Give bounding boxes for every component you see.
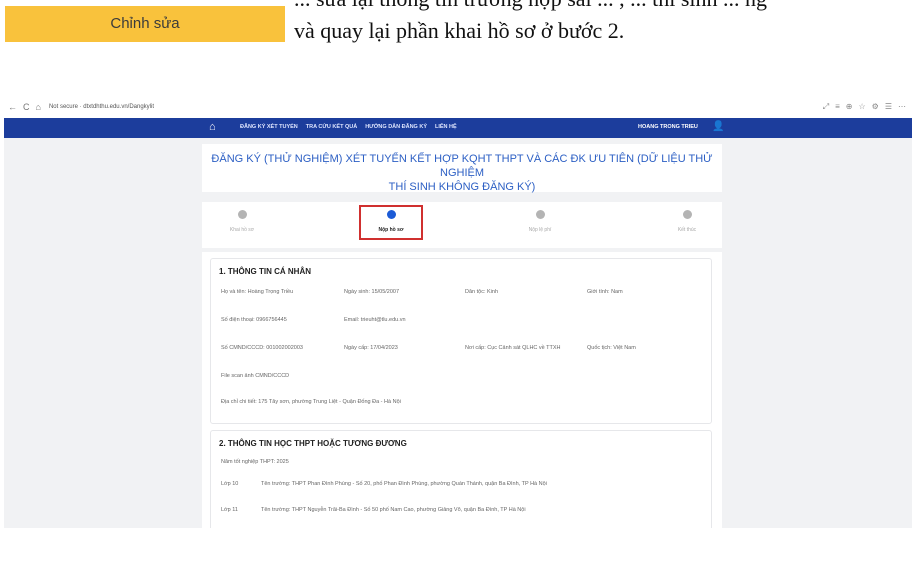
user-icon[interactable]: 👤 [712,121,724,132]
site-navbar: ⌂ ĐĂNG KÝ XÉT TUYỂN TRA CỨU KẾT QUẢ HƯỚN… [4,118,912,138]
user-name[interactable]: HOANG TRONG TRIEU [638,124,698,130]
document-instruction: và quay lại phần khai hồ sơ ở bước 2. [294,18,625,43]
browser-nav: ← C ⌂ [8,102,41,112]
extension-icon[interactable]: ⊕ [846,102,853,112]
field-phone: Số điện thoại: 0966756445 [221,317,287,323]
page-title-line1: ĐĂNG KÝ (THỬ NGHIỆM) XÉT TUYỂN KẾT HỢP K… [211,153,713,179]
edit-button[interactable]: Chỉnh sửa [5,6,285,42]
field-issue-place: Nơi cấp: Cục Cảnh sát QLHC về TTXH [465,345,561,351]
field-grad-year: Năm tốt nghiệp THPT: 2025 [221,459,289,465]
field-gender: Giới tính: Nam [587,289,623,295]
section-title: 2. THÔNG TIN HỌC THPT HOẶC TƯƠNG ĐƯƠNG [219,439,407,448]
address-bar: ← C ⌂ Not secure · dtxtdhthu.edu.vn/Dang… [4,96,912,118]
field-id-number: Số CMND/CCCD: 001002002003 [221,345,303,351]
step-label: Nộp lệ phí [528,227,552,233]
back-icon[interactable]: ← [8,102,17,112]
application-form: 1. THÔNG TIN CÁ NHÂN Họ và tên: Hoàng Tr… [202,252,722,528]
id-scan-link[interactable]: File scan ảnh CMND/CCCD [221,373,289,379]
step-dot-icon [535,210,545,219]
menu-icon[interactable]: ≡ [835,102,840,112]
field-fullname: Họ và tên: Hoàng Trọng Triều [221,289,294,295]
nav-item-results[interactable]: TRA CỨU KẾT QUẢ [306,124,357,130]
nav-item-register[interactable]: ĐĂNG KÝ XÉT TUYỂN [240,124,298,130]
field-dob: Ngày sinh: 15/05/2007 [344,289,400,295]
page-title-line2: THÍ SINH KHÔNG ĐĂNG KÝ) [388,181,536,193]
more-icon[interactable]: ⋯ [898,102,906,112]
step-label: Kết thúc [677,227,697,233]
home-icon[interactable]: ⌂ [209,121,216,133]
field-nationality: Quốc tịch: Việt Nam [587,345,636,351]
field-ethnicity: Dân tộc: Kinh [465,289,499,295]
field-grade10-school: Tên trường: THPT Phan Đình Phùng - Số 20… [261,481,547,487]
school-info-section: 2. THÔNG TIN HỌC THPT HOẶC TƯƠNG ĐƯƠNG N… [210,430,712,528]
nav-item-contact[interactable]: LIÊN HỆ [435,124,457,130]
nav-menu: ĐĂNG KÝ XÉT TUYỂN TRA CỨU KẾT QUẢ HƯỚNG … [240,124,457,130]
step-indicator: Khai hồ sơ Nộp hồ sơ Nộp lệ phí Kết thúc [202,202,722,248]
zoom-icon[interactable]: ⤢ [823,102,829,112]
field-address: Địa chỉ chi tiết: 175 Tây sơn, phường Tr… [221,399,401,405]
sidebar-icon[interactable]: ☰ [885,102,892,112]
step-highlight-box [359,205,423,240]
url-field[interactable]: Not secure · dtxtdhthu.edu.vn/Dangkylit [49,104,154,110]
nav-item-guide[interactable]: HƯỚNG DẪN ĐĂNG KÝ [365,124,427,130]
step-dot-icon [237,210,247,219]
personal-info-section: 1. THÔNG TIN CÁ NHÂN Họ và tên: Hoàng Tr… [210,258,712,424]
step-label: Khai hồ sơ [229,227,255,233]
document-text-cut: ... sửa lại thông tin trường hợp sai ...… [294,0,767,12]
reload-icon[interactable]: C [23,102,30,112]
home-icon[interactable]: ⌂ [36,102,41,112]
page-title: ĐĂNG KÝ (THỬ NGHIỆM) XÉT TUYỂN KẾT HỢP K… [202,144,722,193]
step-dot-icon [682,210,692,219]
star-icon[interactable]: ☆ [858,102,865,112]
field-grade11-school: Tên trường: THPT Nguyễn Trãi-Ba Đình - S… [261,507,526,513]
browser-window: ← C ⌂ Not secure · dtxtdhthu.edu.vn/Dang… [4,96,912,528]
field-issue-date: Ngày cấp: 17/04/2023 [344,345,398,351]
field-grade11-label: Lớp 11 [221,507,238,513]
settings-icon[interactable]: ⚙ [872,102,879,112]
field-email: Email: trieuht@tlu.edu.vn [344,317,406,323]
step-1[interactable]: Khai hồ sơ [212,210,272,233]
section-title: 1. THÔNG TIN CÁ NHÂN [219,267,311,276]
document-area: ... sửa lại thông tin trường hợp sai ...… [0,0,916,100]
step-4[interactable]: Kết thúc [657,210,717,233]
step-3[interactable]: Nộp lệ phí [510,210,570,233]
field-grade10-label: Lớp 10 [221,481,239,487]
browser-tools: ⤢ ≡ ⊕ ☆ ⚙ ☰ ⋯ [823,102,906,112]
